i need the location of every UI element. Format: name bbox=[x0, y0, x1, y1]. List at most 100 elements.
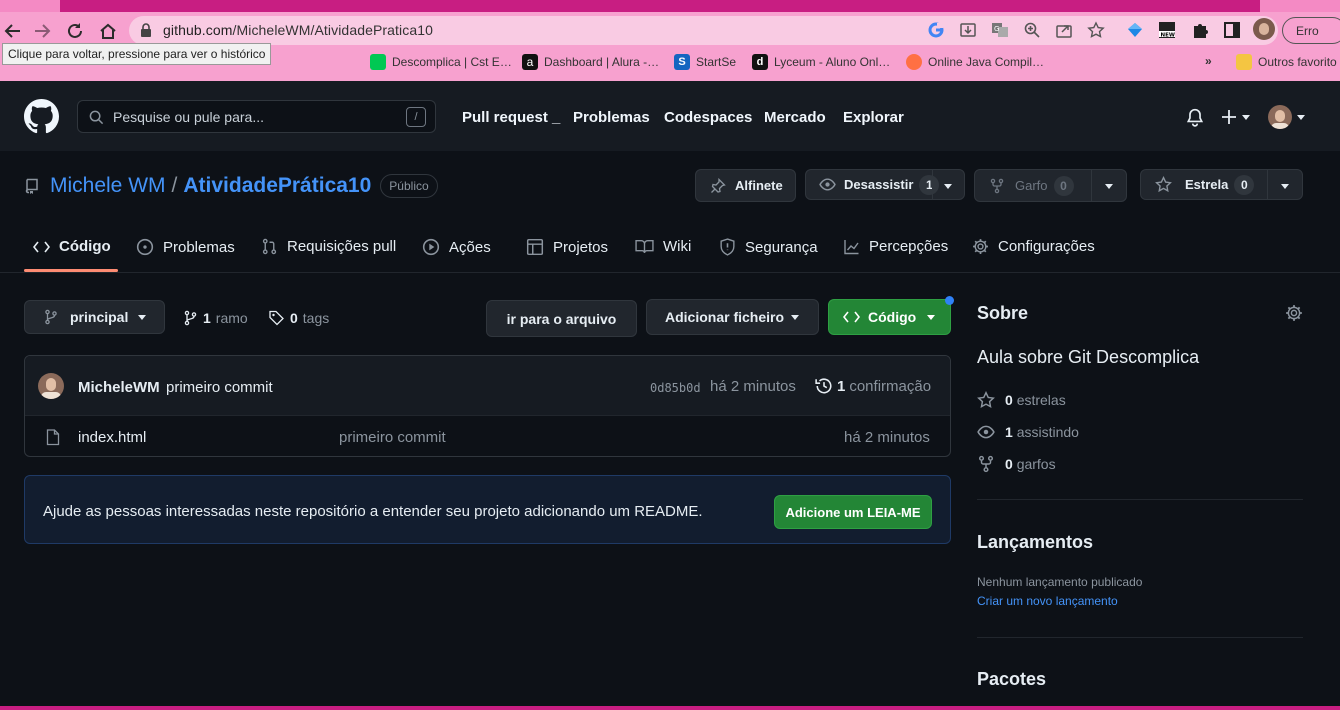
nav-codespaces[interactable]: Codespaces bbox=[664, 109, 752, 126]
tab-requisicoes-pull[interactable]: Requisições pull bbox=[261, 238, 396, 255]
releases-title[interactable]: Lançamentos bbox=[977, 532, 1093, 553]
go-to-file-button[interactable]: ir para o arquivo bbox=[486, 300, 637, 337]
releases-empty-text: Nenhum lançamento publicado bbox=[977, 575, 1143, 589]
branch-icon bbox=[184, 310, 197, 326]
stars-word: estrelas bbox=[1016, 392, 1066, 408]
side-panel-icon[interactable] bbox=[1223, 21, 1241, 39]
google-icon[interactable] bbox=[927, 21, 945, 39]
bookmark-star-icon[interactable] bbox=[1087, 21, 1105, 39]
stars-count: 0 bbox=[1005, 392, 1013, 408]
forks-link[interactable]: 0 garfos bbox=[977, 455, 1056, 473]
issue-icon bbox=[136, 238, 154, 256]
active-tab-indicator bbox=[24, 269, 118, 272]
branches-link[interactable]: 1 ramo bbox=[183, 310, 248, 326]
book-icon bbox=[635, 240, 654, 254]
file-row[interactable]: index.html primeiro commit há 2 minutos bbox=[25, 416, 950, 456]
zoom-icon[interactable] bbox=[1023, 21, 1041, 39]
create-new-menu[interactable] bbox=[1221, 109, 1251, 125]
nav-mercado[interactable]: Mercado bbox=[764, 109, 826, 126]
fork-icon bbox=[978, 455, 994, 473]
back-arrow-icon[interactable] bbox=[0, 18, 26, 44]
extension-diamond-icon[interactable] bbox=[1126, 21, 1144, 39]
star-icon bbox=[1155, 176, 1172, 193]
repo-name-link[interactable]: AtividadePrática10 bbox=[183, 174, 371, 198]
about-settings-gear-icon[interactable] bbox=[1285, 304, 1303, 322]
tab-codigo[interactable]: Código bbox=[33, 238, 111, 255]
home-icon[interactable] bbox=[95, 18, 121, 44]
pin-icon bbox=[711, 177, 726, 193]
branch-icon bbox=[45, 309, 57, 325]
user-avatar bbox=[1268, 105, 1292, 129]
other-bookmarks[interactable]: Outros favorito bbox=[1236, 54, 1337, 70]
bookmarks-overflow-button[interactable]: » bbox=[1205, 54, 1212, 68]
add-file-button[interactable]: Adicionar ficheiro bbox=[646, 299, 819, 335]
star-button[interactable]: Estrela 0 bbox=[1140, 169, 1303, 200]
translate-icon[interactable]: G bbox=[991, 21, 1009, 39]
commit-author[interactable]: MicheleWM bbox=[78, 379, 160, 396]
commit-author-avatar[interactable] bbox=[38, 373, 64, 399]
user-menu[interactable] bbox=[1268, 105, 1306, 129]
lyceum-icon: d bbox=[752, 54, 768, 70]
star-label: Estrela bbox=[1185, 177, 1229, 192]
caret-down-icon bbox=[927, 315, 936, 320]
caret-down-icon bbox=[1242, 115, 1250, 120]
file-commit-message[interactable]: primeiro commit bbox=[339, 429, 446, 446]
add-readme-button[interactable]: Adicione um LEIA-ME bbox=[774, 495, 932, 529]
eye-icon bbox=[977, 425, 995, 439]
branch-selector[interactable]: principal bbox=[24, 300, 165, 334]
watchers-word: assistindo bbox=[1016, 424, 1079, 440]
search-input[interactable]: Pesquise ou pule para... / bbox=[77, 100, 436, 133]
install-app-icon[interactable] bbox=[959, 21, 977, 39]
file-name-link[interactable]: index.html bbox=[78, 429, 146, 446]
github-logo-icon[interactable] bbox=[24, 99, 59, 134]
file-icon bbox=[46, 429, 60, 446]
tab-percepcoes[interactable]: Percepções bbox=[843, 238, 948, 255]
fork-button[interactable]: Garfo 0 bbox=[974, 169, 1127, 202]
watchers-link[interactable]: 1 assistindo bbox=[977, 423, 1079, 441]
share-icon[interactable] bbox=[1055, 21, 1073, 39]
extension-new-icon[interactable]: NEW bbox=[1158, 21, 1176, 39]
repo-owner-link[interactable]: Michele WM bbox=[50, 174, 166, 198]
create-release-link[interactable]: Criar um novo lançamento bbox=[977, 594, 1118, 608]
fork-label: Garfo bbox=[1015, 178, 1048, 193]
profile-error-chip[interactable]: Erro bbox=[1282, 17, 1340, 44]
packages-title[interactable]: Pacotes bbox=[977, 669, 1046, 690]
url-text[interactable]: github.com/MicheleWM/AtividadePratica10 bbox=[163, 22, 433, 38]
profile-avatar[interactable] bbox=[1253, 18, 1275, 40]
nav-explorar[interactable]: Explorar bbox=[843, 109, 904, 126]
tab-configuracoes[interactable]: Configurações bbox=[972, 238, 1095, 255]
url-path: /MicheleWM/AtividadePratica10 bbox=[232, 22, 434, 38]
watch-button[interactable]: Desassistir 1 bbox=[805, 169, 965, 200]
code-button-label: Código bbox=[868, 309, 917, 325]
commit-history-link[interactable]: 1 confirmação bbox=[815, 377, 931, 395]
tab-acoes[interactable]: Ações bbox=[422, 238, 491, 256]
java-compiler-icon bbox=[906, 54, 922, 70]
code-button[interactable]: Código bbox=[828, 299, 951, 335]
commit-sha[interactable]: 0d85b0d bbox=[650, 381, 701, 395]
forward-arrow-icon[interactable] bbox=[29, 18, 55, 44]
graph-icon bbox=[844, 239, 859, 254]
tags-link[interactable]: 0 tags bbox=[268, 310, 329, 326]
folder-icon bbox=[1236, 54, 1252, 70]
tab-seguranca[interactable]: Segurança bbox=[719, 238, 818, 256]
extensions-puzzle-icon[interactable] bbox=[1191, 21, 1209, 39]
bookmark-item[interactable]: S StartSe bbox=[674, 54, 736, 70]
bookmark-item[interactable]: Online Java Compil… bbox=[906, 54, 1044, 70]
commit-message[interactable]: primeiro commit bbox=[166, 379, 273, 396]
lock-icon[interactable] bbox=[140, 23, 152, 37]
tab-wiki[interactable]: Wiki bbox=[635, 238, 691, 255]
url-domain: github.com bbox=[163, 22, 233, 38]
reload-icon[interactable] bbox=[62, 18, 88, 44]
repo-title-separator: / bbox=[171, 174, 178, 197]
tab-problemas[interactable]: Problemas bbox=[136, 238, 235, 256]
pin-button[interactable]: Alfinete bbox=[695, 169, 796, 202]
bell-icon[interactable] bbox=[1186, 108, 1204, 127]
nav-problemas[interactable]: Problemas bbox=[573, 109, 650, 126]
bookmark-item[interactable]: Descomplica | Cst E… bbox=[370, 54, 512, 70]
bookmark-item[interactable]: d Lyceum - Aluno Onl… bbox=[752, 54, 890, 70]
tab-projetos[interactable]: Projetos bbox=[526, 238, 608, 256]
stars-link[interactable]: 0 estrelas bbox=[977, 391, 1066, 409]
back-tooltip: Clique para voltar, pressione para ver o… bbox=[2, 43, 272, 65]
bookmark-item[interactable]: a Dashboard | Alura -… bbox=[522, 54, 659, 70]
nav-pull-requests[interactable]: Pull request _ bbox=[462, 109, 560, 126]
